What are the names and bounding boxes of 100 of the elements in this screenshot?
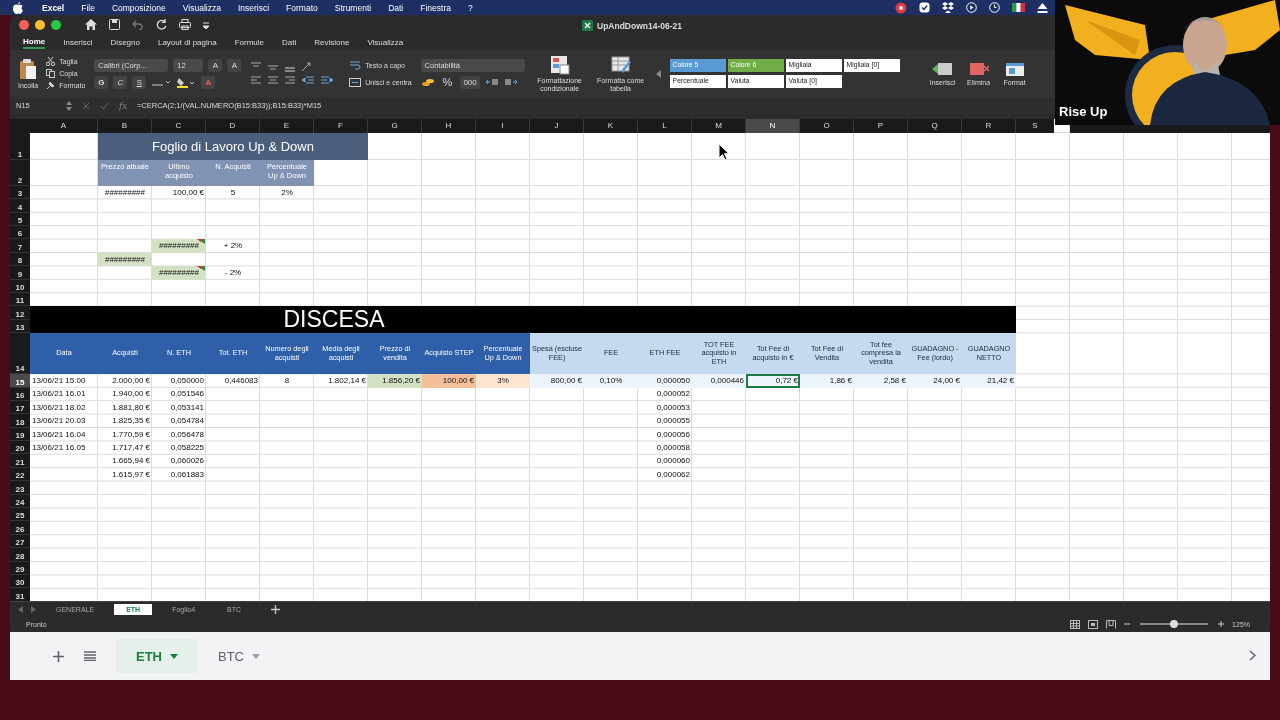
underline-button[interactable]: S — [132, 75, 147, 89]
column-header[interactable]: J — [530, 118, 584, 133]
sheet-tab[interactable]: ETH — [116, 639, 198, 673]
chevron-right-icon[interactable] — [1249, 650, 1256, 661]
row-header[interactable]: 6 — [10, 226, 30, 240]
clock-icon[interactable] — [989, 2, 1000, 13]
row-header[interactable]: 26 — [10, 521, 30, 535]
diamond-icon[interactable] — [942, 2, 954, 13]
menu-item[interactable]: Visualizza — [182, 2, 221, 13]
row-header[interactable]: 14 — [10, 333, 30, 375]
align-right-icon[interactable] — [284, 75, 297, 86]
row-header[interactable]: 31 — [10, 588, 30, 602]
column-header[interactable]: S — [1016, 118, 1054, 133]
menu-icon[interactable] — [84, 651, 96, 661]
column-header[interactable]: B — [98, 118, 152, 133]
thousands-button[interactable]: 000 — [460, 75, 480, 89]
flag-icon[interactable] — [1012, 3, 1025, 12]
row-header[interactable]: 15 — [10, 374, 30, 388]
eject-icon[interactable] — [1037, 2, 1048, 13]
home-icon[interactable] — [85, 19, 97, 31]
italic-button[interactable]: C — [113, 75, 128, 89]
more-icon[interactable] — [203, 21, 209, 29]
align-center-icon[interactable] — [267, 75, 280, 86]
comment-marker-icon[interactable] — [197, 266, 205, 272]
indent-icon[interactable] — [320, 75, 335, 86]
function-button[interactable]: fx — [119, 100, 127, 111]
page-layout-icon[interactable] — [1088, 620, 1099, 629]
column-header[interactable]: D — [206, 118, 260, 133]
menu-item[interactable]: Dati — [388, 2, 404, 13]
save-icon[interactable] — [109, 19, 120, 31]
column-header[interactable]: P — [854, 118, 908, 133]
column-header[interactable]: A — [30, 118, 98, 133]
redo-icon[interactable] — [156, 19, 167, 31]
column-header[interactable]: L — [638, 118, 692, 133]
print-icon[interactable] — [179, 19, 191, 31]
app-menu[interactable]: Excel — [42, 2, 65, 13]
minimize-button[interactable] — [35, 20, 45, 30]
row-header[interactable]: 20 — [10, 441, 30, 455]
ribbon-tab[interactable]: Home — [23, 35, 46, 49]
bold-button[interactable]: G — [94, 75, 109, 89]
plus-icon[interactable] — [53, 650, 64, 662]
column-header[interactable]: I — [476, 118, 530, 133]
column-header[interactable]: H — [422, 118, 476, 133]
menu-item[interactable]: File — [81, 2, 95, 13]
ribbon-tab[interactable]: Inserisci — [63, 36, 93, 48]
decrease-decimal-icon[interactable] — [503, 77, 518, 88]
column-header[interactable]: E — [260, 118, 314, 133]
next-sheet-icon[interactable] — [31, 606, 36, 613]
zoom-button[interactable] — [51, 20, 61, 30]
undo-icon[interactable] — [132, 20, 144, 30]
add-sheet-icon[interactable] — [271, 605, 281, 614]
row-header[interactable]: 28 — [10, 548, 30, 562]
stepper-icon[interactable] — [66, 100, 72, 111]
column-header[interactable]: G — [368, 118, 422, 133]
check-icon[interactable] — [919, 2, 930, 13]
close-button[interactable] — [19, 20, 29, 30]
column-header[interactable]: O — [800, 118, 854, 133]
ribbon-tab[interactable]: Formule — [234, 36, 264, 48]
zoom-in-icon[interactable] — [1218, 621, 1225, 628]
column-header[interactable]: M — [692, 118, 746, 133]
percent-button[interactable]: % — [439, 75, 456, 89]
menu-item[interactable]: Formato — [286, 2, 318, 13]
row-header[interactable]: 1 — [10, 132, 30, 160]
play-icon[interactable] — [966, 2, 977, 13]
previous-sheet-icon[interactable] — [18, 606, 23, 613]
scroll-left-icon[interactable] — [655, 69, 661, 78]
apple-icon[interactable] — [13, 1, 23, 14]
normal-view-icon[interactable] — [1070, 620, 1081, 629]
row-header[interactable]: 2 — [10, 159, 30, 186]
ribbon-tab[interactable]: Disegno — [110, 36, 140, 48]
column-header[interactable]: C — [152, 118, 206, 133]
outdent-icon[interactable] — [301, 75, 316, 86]
column-header[interactable]: Q — [908, 118, 962, 133]
ribbon-tab[interactable]: Layout di pagina — [157, 36, 217, 48]
zoom-out-icon[interactable] — [1124, 621, 1131, 628]
grow-font-button[interactable]: A — [208, 58, 223, 72]
cancel-icon[interactable] — [82, 101, 90, 110]
page-break-icon[interactable] — [1106, 620, 1117, 629]
coins-icon[interactable] — [420, 77, 435, 88]
column-header[interactable]: R — [962, 118, 1016, 133]
menu-item[interactable]: ? — [468, 2, 473, 13]
column-header[interactable]: F — [314, 118, 368, 133]
shrink-font-button[interactable]: A — [227, 58, 242, 72]
row-header[interactable]: 23 — [10, 481, 30, 495]
increase-decimal-icon[interactable] — [484, 77, 499, 88]
ribbon-tab[interactable]: Visualizza — [367, 36, 404, 48]
row-header[interactable]: 4 — [10, 199, 30, 213]
row-header[interactable]: 9 — [10, 266, 30, 280]
menu-item[interactable]: Finestra — [420, 2, 451, 13]
fill-color-icon[interactable] — [176, 76, 197, 88]
ribbon-tab[interactable]: Revisione — [314, 36, 350, 48]
row-header[interactable]: 21 — [10, 454, 30, 468]
column-header[interactable]: K — [584, 118, 638, 133]
menu-item[interactable]: Strumenti — [334, 2, 372, 13]
zoom-slider[interactable] — [1140, 623, 1209, 626]
align-left-icon[interactable] — [250, 75, 263, 86]
menu-item[interactable]: Inserisci — [237, 2, 270, 13]
sheet-tab[interactable]: BTC — [198, 639, 280, 673]
ribbon-tab[interactable]: Dati — [282, 36, 297, 48]
row-header[interactable]: 7 — [10, 239, 30, 253]
